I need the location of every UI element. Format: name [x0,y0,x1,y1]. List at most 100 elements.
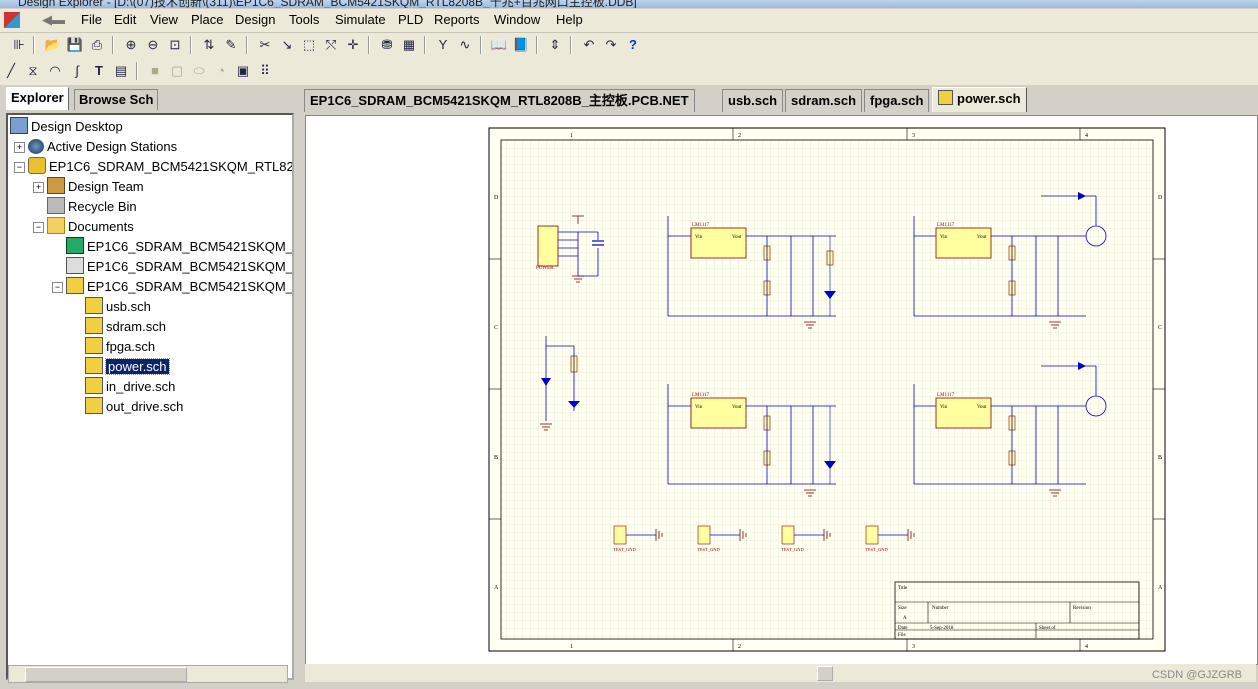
tree-item-power-sch[interactable]: power.sch [85,357,170,377]
print-icon[interactable]: ⎙ [88,36,106,54]
back-arrow-icon[interactable]: ◀▬ [42,13,66,26]
menu-edit[interactable]: Edit [114,12,136,27]
align-icon[interactable]: ⇕ [546,36,564,54]
schematic-file-icon [85,317,103,334]
select-area-icon[interactable]: ⬚ [300,36,318,54]
menu-window[interactable]: Window [494,12,540,27]
tree-item-design-desktop[interactable]: Design Desktop [10,117,123,137]
schematic-file-icon [85,397,103,414]
tree-item-doc-prj[interactable]: EP1C6_SDRAM_BCM5421SKQM_RT [66,277,292,297]
cross-probe-icon[interactable]: ✎ [222,36,240,54]
database-icon [28,157,46,174]
tab-explorer[interactable]: Explorer [6,87,69,110]
bezier-icon[interactable]: ∫ [68,62,86,80]
move-icon[interactable]: ✛ [344,36,362,54]
schematic-project-icon [66,277,84,294]
desktop-icon [10,117,28,134]
tree-item-design-team[interactable]: Design Team [47,177,144,197]
menu-reports[interactable]: Reports [434,12,480,27]
schematic-file-icon [938,90,953,105]
tab-browse-sch[interactable]: Browse Sch [74,89,159,110]
menu-help[interactable]: Help [556,12,583,27]
tree-item-fpga-sch[interactable]: fpga.sch [85,337,155,357]
zoom-out-icon[interactable]: ⊖ [144,36,162,54]
menu-view[interactable]: View [150,12,178,27]
tab-fpga-sch[interactable]: fpga.sch [864,89,930,112]
polygon-icon[interactable]: ⧖ [24,62,42,80]
date-label: Date [898,626,908,631]
tree-item-active-stations[interactable]: Active Design Stations [28,137,177,157]
tab-usb-sch[interactable]: usb.sch [722,89,784,112]
collapse-toggle[interactable]: − [52,282,63,293]
canvas-horizontal-scrollbar[interactable] [305,664,1256,682]
app-icon[interactable] [4,12,20,28]
menu-bar: ◀▬ File Edit View Place Design Tools Sim… [0,9,1258,33]
tree-item-sdram-sch[interactable]: sdram.sch [85,317,166,337]
ellipse-icon[interactable]: ⬭ [190,62,208,80]
tree-item-doc-pcb[interactable]: EP1C6_SDRAM_BCM5421SKQM_RT [66,237,292,257]
menu-design[interactable]: Design [235,12,275,27]
text-frame-icon[interactable]: ▤ [112,62,130,80]
tree-item-documents[interactable]: Documents [47,217,134,237]
expand-toggle[interactable]: + [14,142,25,153]
line-icon[interactable]: ╱ [2,62,20,80]
hierarchy-up-down-icon[interactable]: ⇅ [200,36,218,54]
cut-icon[interactable]: ✂ [256,36,274,54]
tree-horizontal-scrollbar[interactable] [8,665,288,683]
pin-vin: Vin [695,405,703,410]
menu-place[interactable]: Place [191,12,224,27]
scrollbar-thumb[interactable] [817,666,833,681]
library-icon[interactable]: ⛃ [378,36,396,54]
zone-number: 4 [1085,133,1088,139]
menu-pld[interactable]: PLD [398,12,423,27]
zone-letter: C [1158,325,1162,331]
text-icon[interactable]: T [90,62,108,80]
schematic-file-icon [85,357,103,374]
array-paste-icon[interactable]: ⠿ [256,62,274,80]
menu-file[interactable]: File [81,12,102,27]
tree-item-doc-net[interactable]: EP1C6_SDRAM_BCM5421SKQM_RT [66,257,292,277]
zone-number: 2 [738,133,741,139]
zoom-fit-icon[interactable]: ⊡ [166,36,184,54]
menu-simulate[interactable]: Simulate [335,12,386,27]
rounded-rectangle-icon[interactable]: ▢ [168,62,186,80]
explorer-toggle-icon[interactable]: ⊪ [10,36,28,54]
probe-icon[interactable]: Y [434,36,452,54]
tab-pcb-net[interactable]: EP1C6_SDRAM_BCM5421SKQM_RTL8208B_主控板.PCB… [304,89,695,112]
redo-icon[interactable]: ↷ [602,36,620,54]
undo-icon[interactable]: ↶ [580,36,598,54]
zone-letter: D [494,195,499,201]
zoom-in-icon[interactable]: ⊕ [122,36,140,54]
tree-item-project[interactable]: EP1C6_SDRAM_BCM5421SKQM_RTL8208 [28,157,292,177]
tree-item-out-drive-sch[interactable]: out_drive.sch [85,397,183,417]
book-icon[interactable]: 📖 [490,36,508,54]
tree-item-usb-sch[interactable]: usb.sch [85,297,151,317]
menu-tools[interactable]: Tools [289,12,319,27]
paste-icon[interactable]: ↘ [278,36,296,54]
simulate-icon[interactable]: ∿ [456,36,474,54]
collapse-toggle[interactable]: − [14,162,25,173]
tab-sdram-sch[interactable]: sdram.sch [785,89,863,112]
zone-number: 3 [912,644,915,650]
browse-library-icon[interactable]: ▦ [400,36,418,54]
open-folder-icon[interactable]: 📂 [44,36,62,54]
graphic-icon[interactable]: ▣ [234,62,252,80]
arc-icon[interactable]: ◠ [46,62,64,80]
collapse-toggle[interactable]: − [33,222,44,233]
tab-power-sch[interactable]: power.sch [932,87,1027,112]
zone-letter: C [494,325,498,331]
schematic-canvas[interactable]: D C B A D C B A 1 2 3 4 1 2 3 4 POWER Vi… [305,115,1258,665]
zone-number: 2 [738,644,741,650]
open-book-icon[interactable]: 📘 [512,36,530,54]
rectangle-icon[interactable]: ■ [146,62,164,80]
tree-item-in-drive-sch[interactable]: in_drive.sch [85,377,175,397]
deselect-icon[interactable]: ⤲ [322,36,340,54]
save-icon[interactable]: 💾 [66,36,84,54]
pin-vout: Vout [732,405,742,410]
tree-item-recycle-bin[interactable]: Recycle Bin [47,197,137,217]
recycle-bin-icon [47,197,65,214]
pie-icon[interactable]: ◔ [212,62,230,80]
expand-toggle[interactable]: + [33,182,44,193]
help-icon[interactable]: ? [624,36,642,54]
scrollbar-thumb[interactable] [25,667,187,682]
